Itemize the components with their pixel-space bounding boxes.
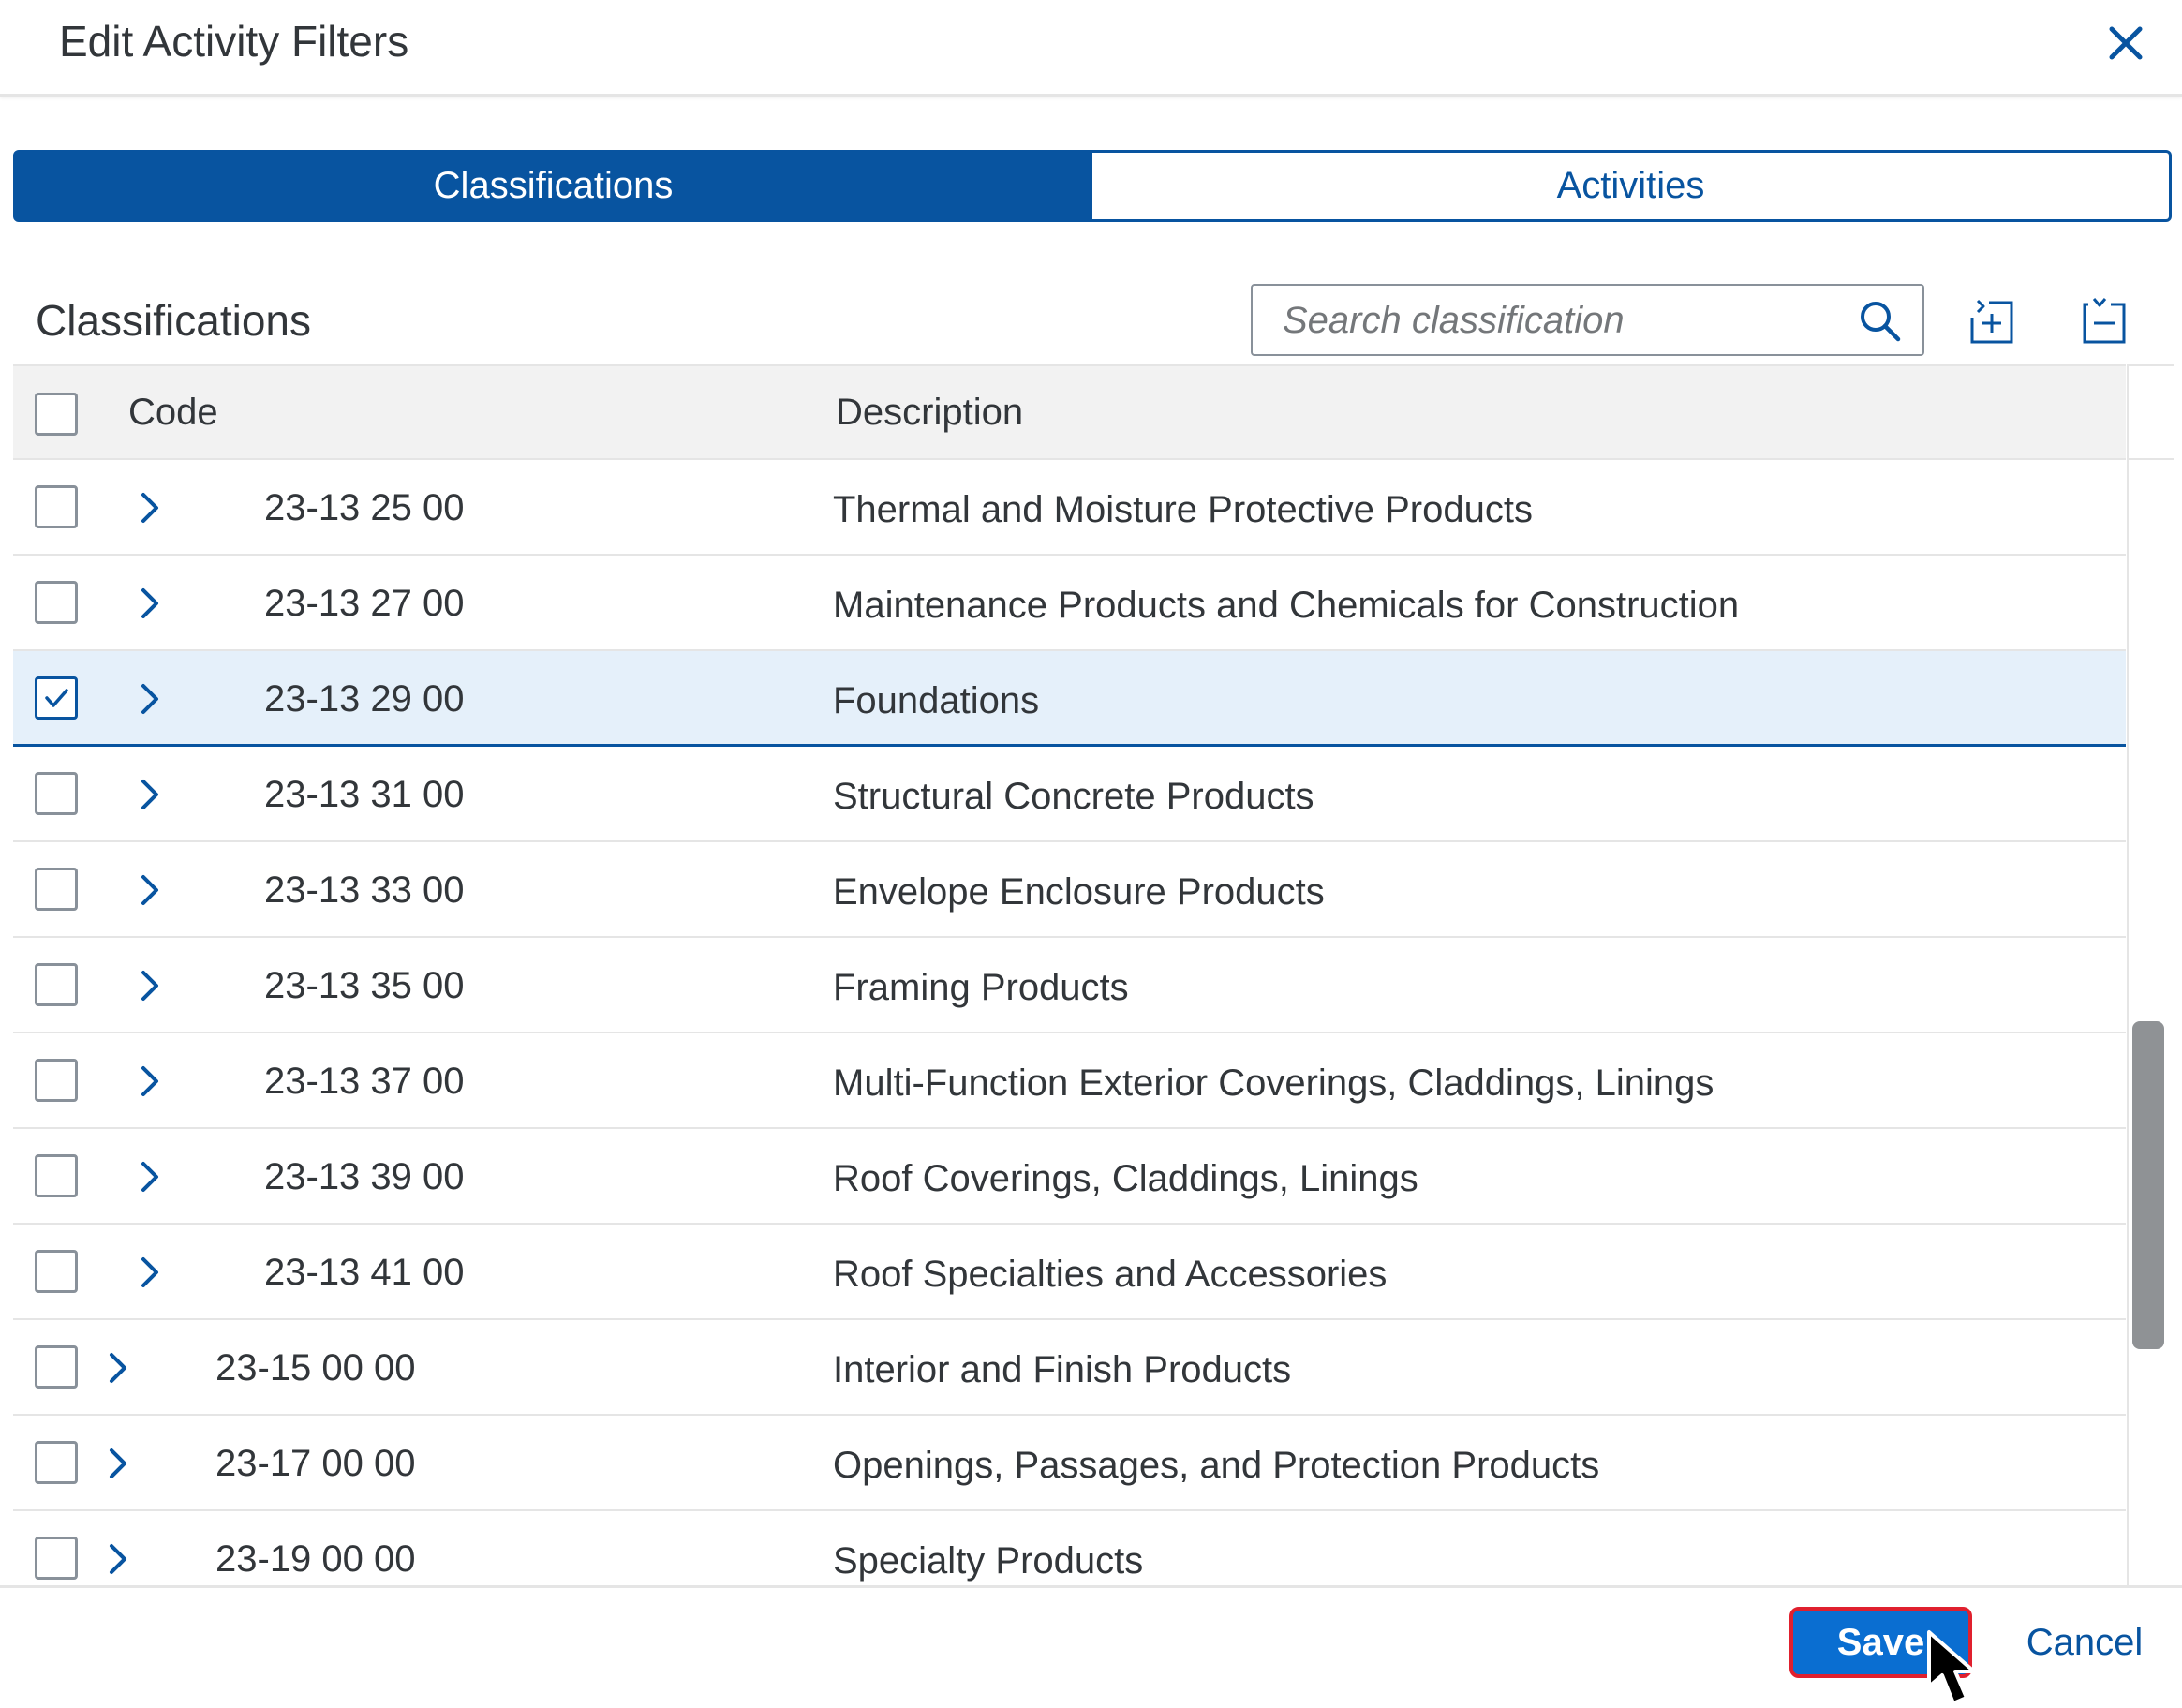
chevron-right-icon: [141, 971, 158, 1001]
mouse-cursor-icon: [1927, 1630, 1976, 1705]
chevron-right-icon: [141, 684, 158, 714]
row-code: 23-13 29 00: [264, 678, 465, 720]
row-description: Framing Products: [833, 967, 1129, 1008]
row-code: 23-13 27 00: [264, 583, 465, 624]
chevron-right-icon: [141, 1066, 158, 1096]
table-row[interactable]: 23-13 39 00 Roof Coverings, Claddings, Li…: [13, 1129, 2126, 1225]
expand-row-button[interactable]: [131, 580, 169, 627]
row-checkbox[interactable]: [35, 676, 78, 720]
row-checkbox[interactable]: [35, 1059, 78, 1102]
column-header-code: Code: [128, 392, 218, 433]
checkmark-icon: [45, 689, 68, 707]
row-code: 23-15 00 00: [215, 1347, 416, 1389]
table-row[interactable]: 23-15 00 00 Interior and Finish Products: [13, 1320, 2126, 1416]
collapse-all-icon: [2083, 298, 2126, 344]
chevron-right-icon: [141, 493, 158, 523]
expand-row-button[interactable]: [99, 1536, 137, 1582]
row-description: Foundations: [833, 680, 1040, 721]
expand-row-button[interactable]: [99, 1440, 137, 1487]
row-description: Thermal and Moisture Protective Products: [833, 489, 1533, 530]
row-description: Interior and Finish Products: [833, 1349, 1292, 1390]
row-description: Roof Coverings, Claddings, Linings: [833, 1158, 1418, 1199]
expand-row-button[interactable]: [131, 1058, 169, 1105]
row-checkbox[interactable]: [35, 1154, 78, 1197]
expand-row-button[interactable]: [131, 1153, 169, 1200]
row-code: 23-13 33 00: [264, 869, 465, 911]
row-code: 23-17 00 00: [215, 1443, 416, 1484]
classification-table: Code Description 23-13 25 00 Thermal and …: [13, 364, 2126, 1587]
table-row[interactable]: 23-13 27 00 Maintenance Products and Chem…: [13, 556, 2126, 651]
row-code: 23-13 25 00: [264, 487, 465, 528]
search-button[interactable]: [1857, 298, 1904, 345]
row-code: 23-13 35 00: [264, 965, 465, 1006]
row-description: Roof Specialties and Accessories: [833, 1254, 1388, 1295]
chevron-right-icon: [110, 1544, 126, 1574]
row-description: Structural Concrete Products: [833, 776, 1314, 817]
table-row[interactable]: 23-13 41 00 Roof Specialties and Accessor…: [13, 1225, 2126, 1320]
expand-row-button[interactable]: [131, 1249, 169, 1296]
row-code: 23-13 37 00: [264, 1061, 465, 1102]
row-description: Maintenance Products and Chemicals for C…: [833, 585, 1740, 626]
row-code: 23-13 41 00: [264, 1252, 465, 1293]
row-checkbox[interactable]: [35, 485, 78, 528]
search-icon: [1861, 302, 1901, 342]
table-row[interactable]: 23-13 35 00 Framing Products: [13, 938, 2126, 1033]
expand-row-button[interactable]: [99, 1344, 137, 1391]
expand-row-button[interactable]: [131, 484, 169, 531]
row-checkbox[interactable]: [35, 1250, 78, 1293]
section-title: Classifications: [36, 296, 311, 345]
table-row[interactable]: 23-13 25 00 Thermal and Moisture Protecti…: [13, 460, 2126, 556]
row-code: 23-13 31 00: [264, 774, 465, 815]
cancel-button[interactable]: Cancel: [2005, 1607, 2164, 1678]
select-all-checkbox[interactable]: [35, 393, 78, 436]
search-field: [1251, 284, 1924, 356]
table-row[interactable]: 23-19 00 00 Specialty Products: [13, 1511, 2126, 1587]
chevron-right-icon: [141, 780, 158, 809]
expand-all-icon: [1970, 299, 2013, 344]
table-header: Code Description: [13, 364, 2126, 460]
table-row[interactable]: 23-17 00 00 Openings, Passages, and Prote…: [13, 1416, 2126, 1511]
row-description: Multi-Function Exterior Coverings, Cladd…: [833, 1062, 1714, 1104]
expand-row-button[interactable]: [131, 962, 169, 1009]
row-checkbox[interactable]: [35, 772, 78, 815]
row-checkbox[interactable]: [35, 1537, 78, 1580]
dialog-header: Edit Activity Filters: [0, 0, 2182, 97]
chevron-right-icon: [141, 1162, 158, 1192]
chevron-right-icon: [141, 875, 158, 905]
chevron-right-icon: [141, 1257, 158, 1287]
row-checkbox[interactable]: [35, 581, 78, 624]
close-icon: [2109, 26, 2143, 60]
table-body: 23-13 25 00 Thermal and Moisture Protecti…: [13, 460, 2126, 1587]
dialog-title: Edit Activity Filters: [59, 17, 409, 66]
row-description: Specialty Products: [833, 1540, 1144, 1582]
tab-activities[interactable]: Activities: [1092, 150, 2172, 222]
chevron-right-icon: [110, 1448, 126, 1478]
expand-row-button[interactable]: [131, 771, 169, 818]
tab-classifications[interactable]: Classifications: [13, 150, 1093, 222]
expand-all-button[interactable]: [1965, 293, 2021, 349]
row-code: 23-19 00 00: [215, 1538, 416, 1580]
expand-row-button[interactable]: [131, 867, 169, 913]
row-checkbox[interactable]: [35, 963, 78, 1006]
row-description: Openings, Passages, and Protection Produ…: [833, 1445, 1600, 1486]
expand-row-button[interactable]: [131, 676, 169, 722]
table-row[interactable]: 23-13 33 00 Envelope Enclosure Products: [13, 842, 2126, 938]
table-row[interactable]: 23-13 37 00 Multi-Function Exterior Cover…: [13, 1033, 2126, 1129]
chevron-right-icon: [110, 1353, 126, 1383]
table-row[interactable]: 23-13 29 00 Foundations: [13, 651, 2126, 747]
table-row[interactable]: 23-13 31 00 Structural Concrete Products: [13, 747, 2126, 842]
scrollbar-thumb[interactable]: [2132, 1021, 2164, 1349]
header-scroll-spacer: [2127, 364, 2174, 460]
search-input[interactable]: [1283, 295, 1845, 346]
row-checkbox[interactable]: [35, 868, 78, 911]
chevron-right-icon: [141, 588, 158, 618]
row-description: Envelope Enclosure Products: [833, 871, 1325, 913]
column-header-description: Description: [836, 392, 1024, 433]
close-button[interactable]: [2099, 14, 2155, 70]
collapse-all-button[interactable]: [2077, 293, 2133, 349]
row-code: 23-13 39 00: [264, 1156, 465, 1197]
row-checkbox[interactable]: [35, 1441, 78, 1484]
row-checkbox[interactable]: [35, 1345, 78, 1389]
